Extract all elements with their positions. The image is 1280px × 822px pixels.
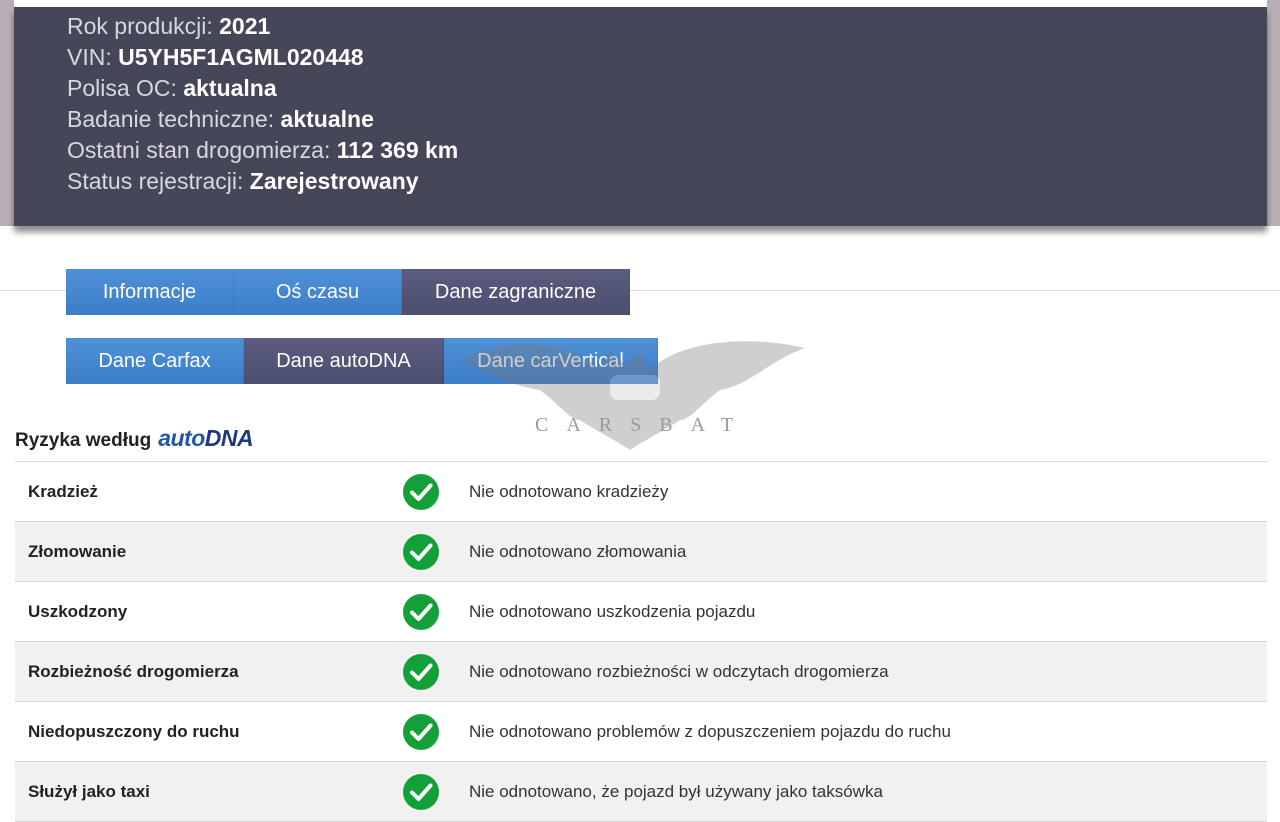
vehicle-info-panel: Rok produkcji: 2021 VIN: U5YH5F1AGML02044…	[14, 7, 1267, 226]
vehicle-info-list: Rok produkcji: 2021 VIN: U5YH5F1AGML02044…	[67, 11, 458, 197]
risk-name: Złomowanie	[28, 541, 127, 561]
watermark-text: CARSBAT	[535, 414, 752, 436]
risk-name: Uszkodzony	[28, 601, 128, 621]
section-title: Ryzyka według autoDNA	[15, 425, 254, 452]
tab-dane-carfax[interactable]: Dane Carfax	[66, 338, 244, 384]
risk-row: Niedopuszczony do ruchu Nie odnotowano pr…	[15, 702, 1267, 762]
risk-name: Niedopuszczony do ruchu	[28, 721, 240, 741]
info-label: Status rejestracji:	[67, 168, 244, 194]
risk-description: Nie odnotowano rozbieżności w odczytach …	[469, 661, 889, 681]
check-icon	[403, 533, 439, 570]
risk-name: Kradzież	[28, 481, 98, 501]
risk-row: Kradzież Nie odnotowano kradzieży	[15, 462, 1267, 522]
risk-description: Nie odnotowano problemów z dopuszczeniem…	[469, 721, 951, 741]
info-value: 112 369 km	[336, 137, 459, 163]
info-label: Badanie techniczne:	[67, 106, 275, 132]
info-value: aktualna	[183, 75, 277, 101]
risk-name: Rozbieżność drogomierza	[28, 661, 239, 681]
vehicle-info-line: VIN: U5YH5F1AGML020448	[67, 42, 458, 73]
info-label: Ostatni stan drogomierza:	[67, 137, 331, 163]
info-value: Zarejestrowany	[249, 168, 419, 194]
tab-informacje[interactable]: Informacje	[66, 269, 234, 315]
risk-table: Kradzież Nie odnotowano kradzieży Złomowan…	[15, 461, 1267, 822]
info-value: U5YH5F1AGML020448	[118, 44, 364, 70]
section-title-text: Ryzyka według	[15, 430, 152, 451]
check-icon	[403, 473, 439, 510]
check-icon	[403, 773, 439, 810]
vehicle-info-line: Ostatni stan drogomierza: 112 369 km	[67, 135, 458, 166]
tab-dane-carvertical[interactable]: Dane carVertical	[444, 338, 658, 384]
vehicle-info-line: Status rejestracji: Zarejestrowany	[67, 166, 458, 197]
info-label: Rok produkcji:	[67, 13, 213, 39]
risk-row: Rozbieżność drogomierza Nie odnotowano ro…	[15, 642, 1267, 702]
risk-row: Służył jako taxi Nie odnotowano, że pojaz…	[15, 762, 1267, 822]
tab-dane-autodna[interactable]: Dane autoDNA	[244, 338, 444, 384]
risk-description: Nie odnotowano uszkodzenia pojazdu	[469, 601, 756, 621]
check-icon	[403, 653, 439, 690]
risk-name: Służył jako taxi	[28, 781, 150, 801]
info-value: aktualne	[280, 106, 374, 132]
vehicle-info-line: Rok produkcji: 2021	[67, 11, 458, 42]
autodna-logo: autoDNA	[158, 425, 254, 451]
risk-row: Złomowanie Nie odnotowano złomowania	[15, 522, 1267, 582]
right-edge-strip	[1267, 0, 1280, 226]
vehicle-info-line: Badanie techniczne: aktualne	[67, 104, 458, 135]
left-edge-strip	[0, 0, 14, 226]
info-value: 2021	[219, 13, 271, 39]
check-icon	[403, 593, 439, 630]
risk-description: Nie odnotowano kradzieży	[469, 481, 669, 501]
tab-dane-zagraniczne[interactable]: Dane zagraniczne	[402, 269, 630, 315]
risk-description: Nie odnotowano, że pojazd był używany ja…	[469, 781, 883, 801]
risk-row: Uszkodzony Nie odnotowano uszkodzenia poj…	[15, 582, 1267, 642]
tab-o-czasu[interactable]: Oś czasu	[234, 269, 402, 315]
source-tabbar: Dane Carfax Dane autoDNA Dane carVertical	[66, 338, 658, 384]
check-icon	[403, 713, 439, 750]
info-label: VIN:	[67, 44, 112, 70]
risk-description: Nie odnotowano złomowania	[469, 541, 687, 561]
info-label: Polisa OC:	[67, 75, 177, 101]
vehicle-info-line: Polisa OC: aktualna	[67, 73, 458, 104]
main-tabbar: Informacje Oś czasu Dane zagraniczne	[66, 269, 630, 315]
